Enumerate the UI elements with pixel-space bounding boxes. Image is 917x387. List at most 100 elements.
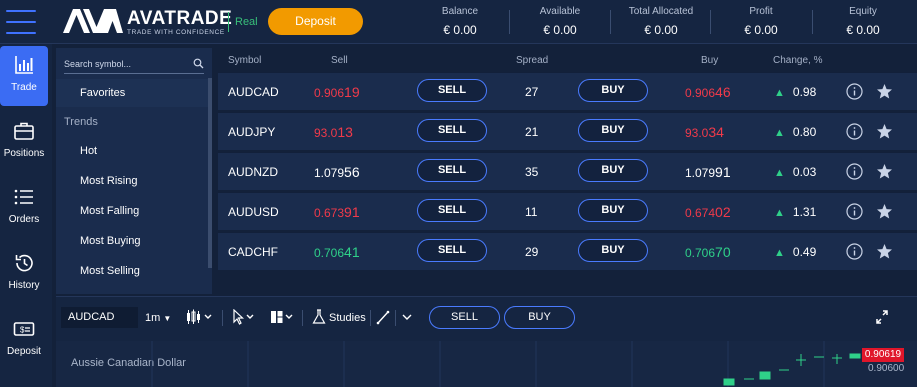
sell-button[interactable]: SELL xyxy=(417,119,487,142)
sell-button[interactable]: SELL xyxy=(417,159,487,182)
interval-value: 1m xyxy=(145,312,161,324)
buy-price: 1.07991 xyxy=(685,164,731,180)
sell-price-main: 93.0 xyxy=(314,126,338,140)
buy-price-pips: 70 xyxy=(715,244,731,260)
symbol-name[interactable]: AUDCAD xyxy=(228,85,279,99)
studies-button[interactable]: Studies xyxy=(329,312,366,324)
search-input[interactable] xyxy=(64,55,184,73)
stat-label: Available xyxy=(539,6,581,17)
cash-icon: $ xyxy=(13,322,35,336)
star-icon[interactable] xyxy=(876,163,893,180)
category-most-falling[interactable]: Most Falling xyxy=(80,205,139,217)
info-icon[interactable] xyxy=(846,203,863,220)
header-sell[interactable]: Sell xyxy=(331,55,348,66)
buy-price-pips: 02 xyxy=(715,204,731,220)
change-value: ▲ 0.98 xyxy=(774,85,816,99)
buy-price-pips: 34 xyxy=(708,124,724,140)
category-scrollbar[interactable] xyxy=(208,78,212,268)
star-icon[interactable] xyxy=(876,123,893,140)
trends-heading: Trends xyxy=(64,116,98,128)
sell-price: 0.70641 xyxy=(314,244,360,260)
category-most-buying[interactable]: Most Buying xyxy=(80,235,141,247)
table-row[interactable]: AUDUSD 0.67391 SELL 11 BUY 0.67402 ▲ 1.31 xyxy=(218,192,917,230)
category-panel: Favorites Trends Hot Most Rising Most Fa… xyxy=(56,48,212,294)
sell-button[interactable]: SELL xyxy=(417,239,487,262)
arrow-up-icon: ▲ xyxy=(774,127,785,139)
change-percent: 0.03 xyxy=(792,165,817,179)
star-icon[interactable] xyxy=(876,203,893,220)
info-icon[interactable] xyxy=(846,123,863,140)
nav-label: Positions xyxy=(3,148,45,159)
history-icon xyxy=(15,254,33,272)
brand-tagline: TRADE WITH CONFIDENCE xyxy=(127,29,225,36)
chevron-down-icon: ▼ xyxy=(163,314,172,323)
star-icon[interactable] xyxy=(876,83,893,100)
header-symbol[interactable]: Symbol xyxy=(228,55,261,66)
expand-icon[interactable] xyxy=(875,309,889,325)
chart-buy-button[interactable]: BUY xyxy=(504,306,575,329)
instrument-table: Symbol Sell Spread Buy Change, % AUDCAD 0… xyxy=(218,48,917,294)
arrow-up-icon: ▲ xyxy=(774,87,785,99)
table-row[interactable]: AUDJPY 93.013 SELL 21 BUY 93.034 ▲ 0.80 xyxy=(218,112,917,150)
symbol-name[interactable]: AUDJPY xyxy=(228,125,275,139)
star-icon[interactable] xyxy=(876,243,893,260)
buy-button[interactable]: BUY xyxy=(578,79,648,102)
buy-price: 0.70670 xyxy=(685,244,731,260)
symbol-name[interactable]: CADCHF xyxy=(228,245,278,259)
buy-price: 93.034 xyxy=(685,124,724,140)
buy-button[interactable]: BUY xyxy=(578,119,648,142)
nav-item-orders[interactable]: Orders xyxy=(0,178,48,238)
nav-item-history[interactable]: History xyxy=(0,244,48,304)
stat-value: € 0.00 xyxy=(846,23,880,37)
nav-item-deposit[interactable]: $ Deposit xyxy=(0,310,48,370)
header-change[interactable]: Change, % xyxy=(773,55,822,66)
search-icon[interactable] xyxy=(193,58,204,69)
candles-type-icon[interactable] xyxy=(186,309,216,325)
draw-line-icon[interactable] xyxy=(376,309,390,325)
chart-symbol-input[interactable]: AUDCAD xyxy=(61,307,138,328)
buy-price-main: 1.079 xyxy=(685,166,716,180)
sell-button[interactable]: SELL xyxy=(417,79,487,102)
account-mode-badge[interactable]: Real xyxy=(228,12,258,32)
interval-select[interactable]: 1m ▼ xyxy=(145,312,171,324)
category-favorites[interactable]: Favorites xyxy=(56,79,208,107)
info-icon[interactable] xyxy=(846,83,863,100)
header-spread[interactable]: Spread xyxy=(516,55,548,66)
spread-value: 35 xyxy=(525,165,539,179)
top-bar: AVATRADE TRADE WITH CONFIDENCE Real Depo… xyxy=(0,0,917,44)
buy-price: 0.90646 xyxy=(685,84,731,100)
chart-sell-button[interactable]: SELL xyxy=(429,306,500,329)
category-most-selling[interactable]: Most Selling xyxy=(80,265,140,277)
sell-price-pips: 56 xyxy=(344,164,360,180)
symbol-name[interactable]: AUDNZD xyxy=(228,165,278,179)
trading-app: AVATRADE TRADE WITH CONFIDENCE Real Depo… xyxy=(0,0,917,387)
layout-icon[interactable] xyxy=(270,309,298,325)
sell-button[interactable]: SELL xyxy=(417,199,487,222)
info-icon[interactable] xyxy=(846,163,863,180)
nav-label: Deposit xyxy=(7,346,41,357)
stat-total-allocated: Total Allocated € 0.00 xyxy=(616,6,706,37)
table-row[interactable]: AUDCAD 0.90619 SELL 27 BUY 0.90646 ▲ 0.98 xyxy=(218,72,917,110)
chevron-down-icon[interactable] xyxy=(401,309,413,325)
deposit-button[interactable]: Deposit xyxy=(268,8,363,35)
header-buy[interactable]: Buy xyxy=(701,55,718,66)
sell-price-pips: 19 xyxy=(344,84,360,100)
cursor-icon[interactable] xyxy=(232,309,260,325)
flask-icon[interactable] xyxy=(312,309,326,325)
category-hot[interactable]: Hot xyxy=(80,145,97,157)
table-row[interactable]: CADCHF 0.70641 SELL 29 BUY 0.70670 ▲ 0.49 xyxy=(218,232,917,270)
spread-value: 11 xyxy=(525,205,538,219)
nav-item-positions[interactable]: Positions xyxy=(0,112,48,172)
info-icon[interactable] xyxy=(846,243,863,260)
price-chart[interactable]: Aussie Canadian Dollar 0.90619 0.90600 xyxy=(56,341,917,387)
symbol-name[interactable]: AUDUSD xyxy=(228,205,279,219)
category-most-rising[interactable]: Most Rising xyxy=(80,175,137,187)
change-percent: 0.80 xyxy=(792,125,817,139)
nav-item-trade[interactable]: Trade xyxy=(0,46,48,106)
table-row[interactable]: AUDNZD 1.07956 SELL 35 BUY 1.07991 ▲ 0.03 xyxy=(218,152,917,190)
buy-button[interactable]: BUY xyxy=(578,239,648,262)
menu-icon[interactable] xyxy=(6,10,36,34)
sell-price: 0.90619 xyxy=(314,84,360,100)
buy-button[interactable]: BUY xyxy=(578,159,648,182)
buy-button[interactable]: BUY xyxy=(578,199,648,222)
